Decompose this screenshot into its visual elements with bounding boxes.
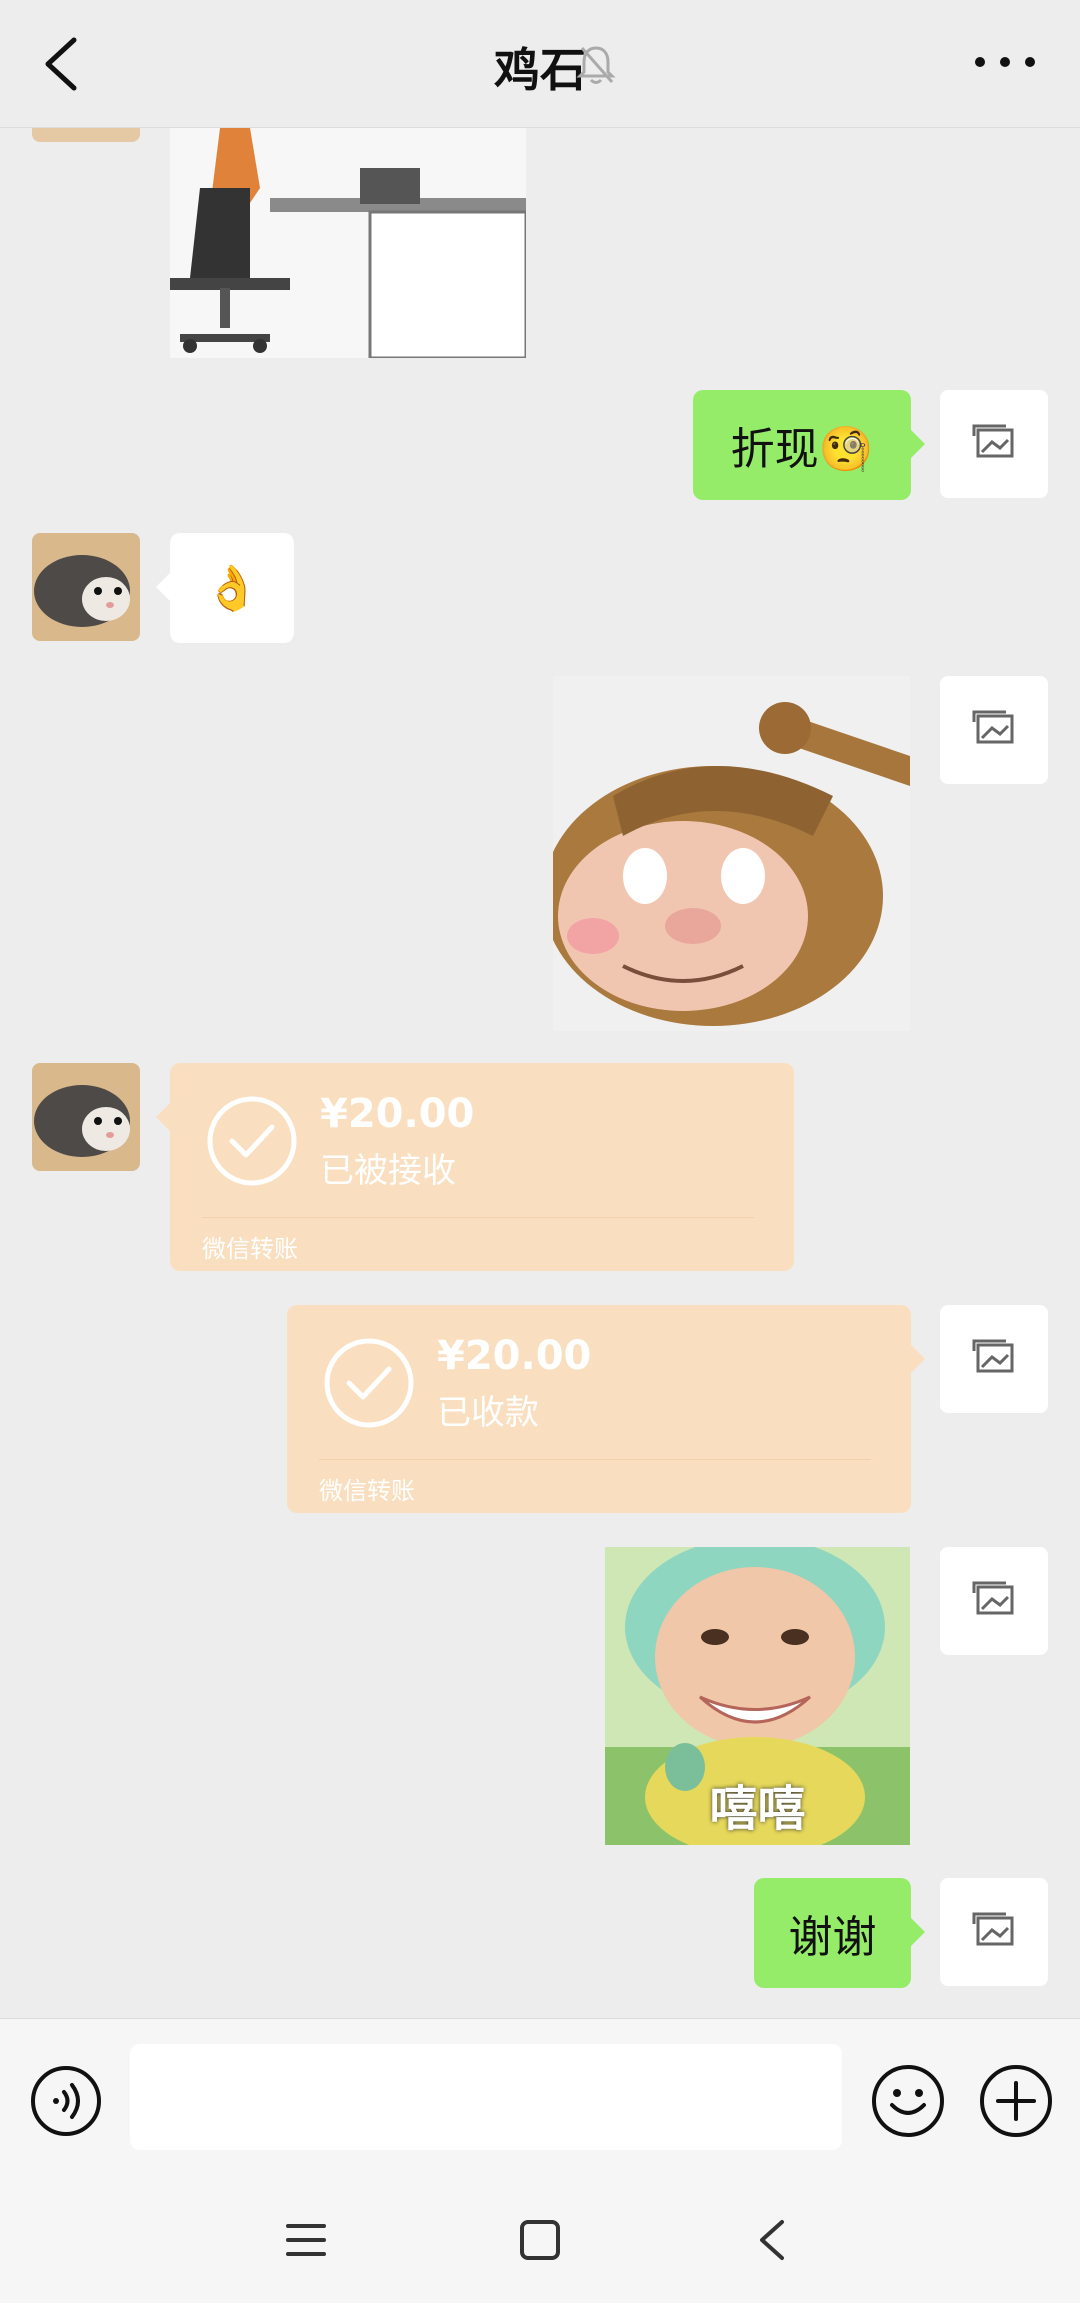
pig-sticker-image [553, 676, 910, 1031]
self-avatar[interactable] [940, 1305, 1048, 1413]
message-text: 👌 [204, 563, 260, 614]
office-chair-image [170, 128, 526, 358]
self-text-bubble[interactable]: 折现🧐 [693, 390, 925, 500]
image-placeholder-icon [972, 710, 1014, 744]
bell-off-icon [576, 46, 616, 84]
image-placeholder-icon [972, 1912, 1014, 1946]
check-circle-icon [324, 1338, 414, 1428]
input-bar [0, 2018, 1080, 2178]
contact-avatar[interactable] [32, 1063, 140, 1171]
transfer-card-received[interactable]: ¥20.00 已被接收 微信转账 [156, 1063, 794, 1271]
transfer-amount: ¥20.00 [437, 1333, 592, 1379]
self-avatar[interactable] [940, 1547, 1048, 1655]
self-avatar[interactable] [940, 390, 1048, 498]
baby-face-sticker[interactable]: 嘻嘻 [605, 1547, 910, 1845]
more-options-button[interactable] [970, 40, 1040, 84]
transfer-amount: ¥20.00 [320, 1091, 475, 1137]
transfer-status: 已被接收 [320, 1151, 456, 1191]
cat-avatar-image [32, 1063, 140, 1171]
message-text: 折现🧐 [730, 424, 874, 475]
message-text: 谢谢 [788, 1912, 877, 1963]
chat-title: 鸡石 [494, 43, 586, 97]
check-circle-icon [207, 1096, 297, 1186]
voice-icon[interactable] [30, 2065, 102, 2137]
contact-avatar[interactable] [32, 128, 140, 142]
transfer-label: 微信转账 [202, 1235, 298, 1263]
emoji-icon[interactable] [870, 2063, 946, 2139]
plus-icon[interactable] [978, 2063, 1054, 2139]
cat-avatar-image [32, 533, 140, 641]
transfer-status: 已收款 [437, 1393, 539, 1433]
sticker-caption: 嘻嘻 [709, 1781, 806, 1837]
home-icon[interactable] [516, 2216, 564, 2264]
other-text-bubble[interactable]: 👌 [156, 533, 294, 643]
image-placeholder-icon [972, 424, 1014, 458]
self-text-bubble[interactable]: 谢谢 [754, 1878, 925, 1988]
pig-sticker[interactable] [553, 676, 910, 1031]
image-message[interactable] [170, 128, 526, 358]
self-avatar[interactable] [940, 676, 1048, 784]
back-icon[interactable] [752, 2216, 792, 2264]
menu-icon[interactable] [284, 2218, 328, 2262]
message-list[interactable]: 折现🧐 👌 ¥20.00 已被接收 微信转账 ¥20.00 已收款 微信转账 嘻… [0, 128, 1080, 2018]
image-placeholder-icon [972, 1339, 1014, 1373]
message-input[interactable] [130, 2044, 842, 2150]
image-placeholder-icon [972, 1581, 1014, 1615]
chat-header: 鸡石 [0, 0, 1080, 128]
divider [319, 1459, 871, 1460]
transfer-label: 微信转账 [319, 1477, 415, 1505]
transfer-card-sent[interactable]: ¥20.00 已收款 微信转账 [287, 1305, 925, 1513]
contact-avatar[interactable] [32, 533, 140, 641]
system-nav-bar [0, 2178, 1080, 2303]
self-avatar[interactable] [940, 1878, 1048, 1986]
divider [202, 1217, 754, 1218]
